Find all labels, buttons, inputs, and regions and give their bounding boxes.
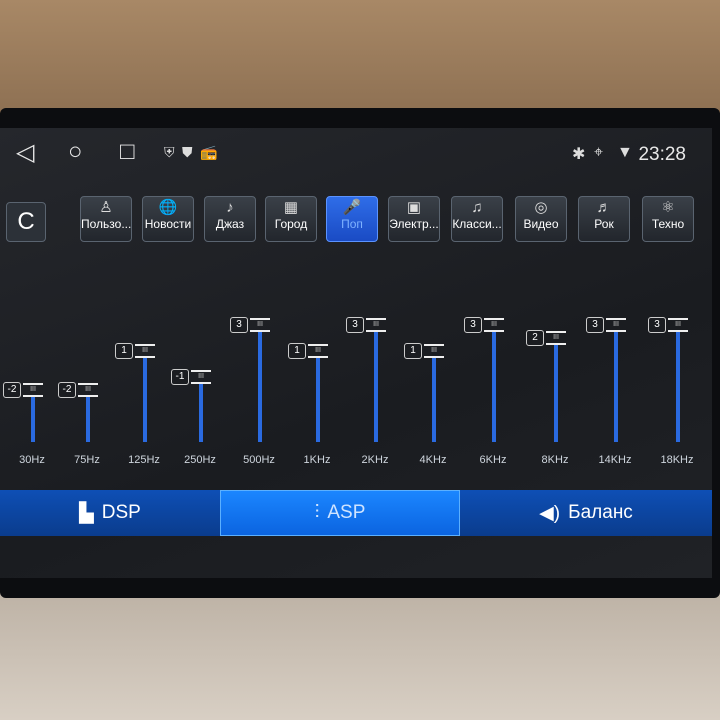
tab-asp[interactable]: ⫶ ASP xyxy=(220,490,460,536)
eq-frequency: 30Hz xyxy=(19,454,45,466)
eq-band: III 2 8KHz xyxy=(526,128,580,468)
eq-value: -2 xyxy=(3,382,21,398)
eq-value: 1 xyxy=(404,343,422,359)
eq-band: III -2 75Hz xyxy=(58,128,112,468)
eq-handle[interactable]: III xyxy=(191,370,211,384)
tab-icon: ▙ xyxy=(79,502,94,524)
eq-frequency: 125Hz xyxy=(128,454,160,466)
eq-frequency: 14KHz xyxy=(598,454,632,466)
tab-label: Баланс xyxy=(568,502,633,523)
eq-band: III -2 30Hz xyxy=(3,128,57,468)
eq-handle[interactable]: III xyxy=(366,318,386,332)
eq-band: III 3 18KHz xyxy=(648,128,702,468)
eq-value: -1 xyxy=(171,369,189,385)
eq-frequency: 1KHz xyxy=(303,454,331,466)
eq-value: 3 xyxy=(586,317,604,333)
eq-track[interactable] xyxy=(614,330,618,442)
eq-track[interactable] xyxy=(554,343,558,442)
eq-frequency: 2KHz xyxy=(361,454,389,466)
tab-label: ASP xyxy=(327,502,366,523)
eq-track[interactable] xyxy=(258,330,262,442)
eq-track[interactable] xyxy=(199,382,203,442)
eq-value: 1 xyxy=(115,343,133,359)
background-desk xyxy=(0,590,720,720)
eq-frequency: 4KHz xyxy=(419,454,447,466)
eq-frequency: 500Hz xyxy=(243,454,275,466)
eq-value: 2 xyxy=(526,330,544,346)
eq-track[interactable] xyxy=(143,356,147,442)
eq-frequency: 8KHz xyxy=(541,454,569,466)
eq-value: 1 xyxy=(288,343,306,359)
eq-band: III -1 250Hz xyxy=(171,128,225,468)
tab-bar: ▙ DSP ⫶ ASP ◀) Баланс xyxy=(0,490,712,536)
eq-track[interactable] xyxy=(374,330,378,442)
eq-track[interactable] xyxy=(432,356,436,442)
tab-label: DSP xyxy=(101,502,141,523)
tab-баланс[interactable]: ◀) Баланс xyxy=(460,490,712,536)
eq-handle[interactable]: III xyxy=(546,331,566,345)
eq-value: 3 xyxy=(230,317,248,333)
eq-handle[interactable]: III xyxy=(135,344,155,358)
eq-band: III 3 2KHz xyxy=(346,128,400,468)
eq-track[interactable] xyxy=(316,356,320,442)
tab-icon: ◀) xyxy=(539,502,561,524)
eq-handle[interactable]: III xyxy=(484,318,504,332)
eq-band: III 3 500Hz xyxy=(230,128,284,468)
eq-band: III 3 14KHz xyxy=(586,128,640,468)
eq-value: 3 xyxy=(648,317,666,333)
eq-handle[interactable]: III xyxy=(250,318,270,332)
eq-frequency: 18KHz xyxy=(660,454,694,466)
eq-handle[interactable]: III xyxy=(668,318,688,332)
eq-value: -2 xyxy=(58,382,76,398)
eq-track[interactable] xyxy=(676,330,680,442)
eq-band: III 1 1KHz xyxy=(288,128,342,468)
eq-handle[interactable]: III xyxy=(308,344,328,358)
tab-dsp[interactable]: ▙ DSP xyxy=(0,490,220,536)
eq-frequency: 6KHz xyxy=(479,454,507,466)
eq-value: 3 xyxy=(346,317,364,333)
eq-handle[interactable]: III xyxy=(424,344,444,358)
eq-track[interactable] xyxy=(86,395,90,442)
eq-handle[interactable]: III xyxy=(78,383,98,397)
eq-band: III 1 4KHz xyxy=(404,128,458,468)
eq-frequency: 250Hz xyxy=(184,454,216,466)
eq-track[interactable] xyxy=(492,330,496,442)
eq-track[interactable] xyxy=(31,395,35,442)
eq-band: III 1 125Hz xyxy=(115,128,169,468)
eq-frequency: 75Hz xyxy=(74,454,100,466)
eq-value: 3 xyxy=(464,317,482,333)
tab-icon: ⫶ xyxy=(314,502,320,523)
eq-band: III 3 6KHz xyxy=(464,128,518,468)
eq-handle[interactable]: III xyxy=(23,383,43,397)
equalizer: III -2 30Hz III -2 75Hz III 1 125Hz III … xyxy=(0,128,712,468)
eq-handle[interactable]: III xyxy=(606,318,626,332)
screen: ◁ ○ □ ⛨ ⛊ 📻 ✱ ⌖ ▼ 23:28 C ♙ Пользо... 🌐 Нов… xyxy=(0,128,712,578)
